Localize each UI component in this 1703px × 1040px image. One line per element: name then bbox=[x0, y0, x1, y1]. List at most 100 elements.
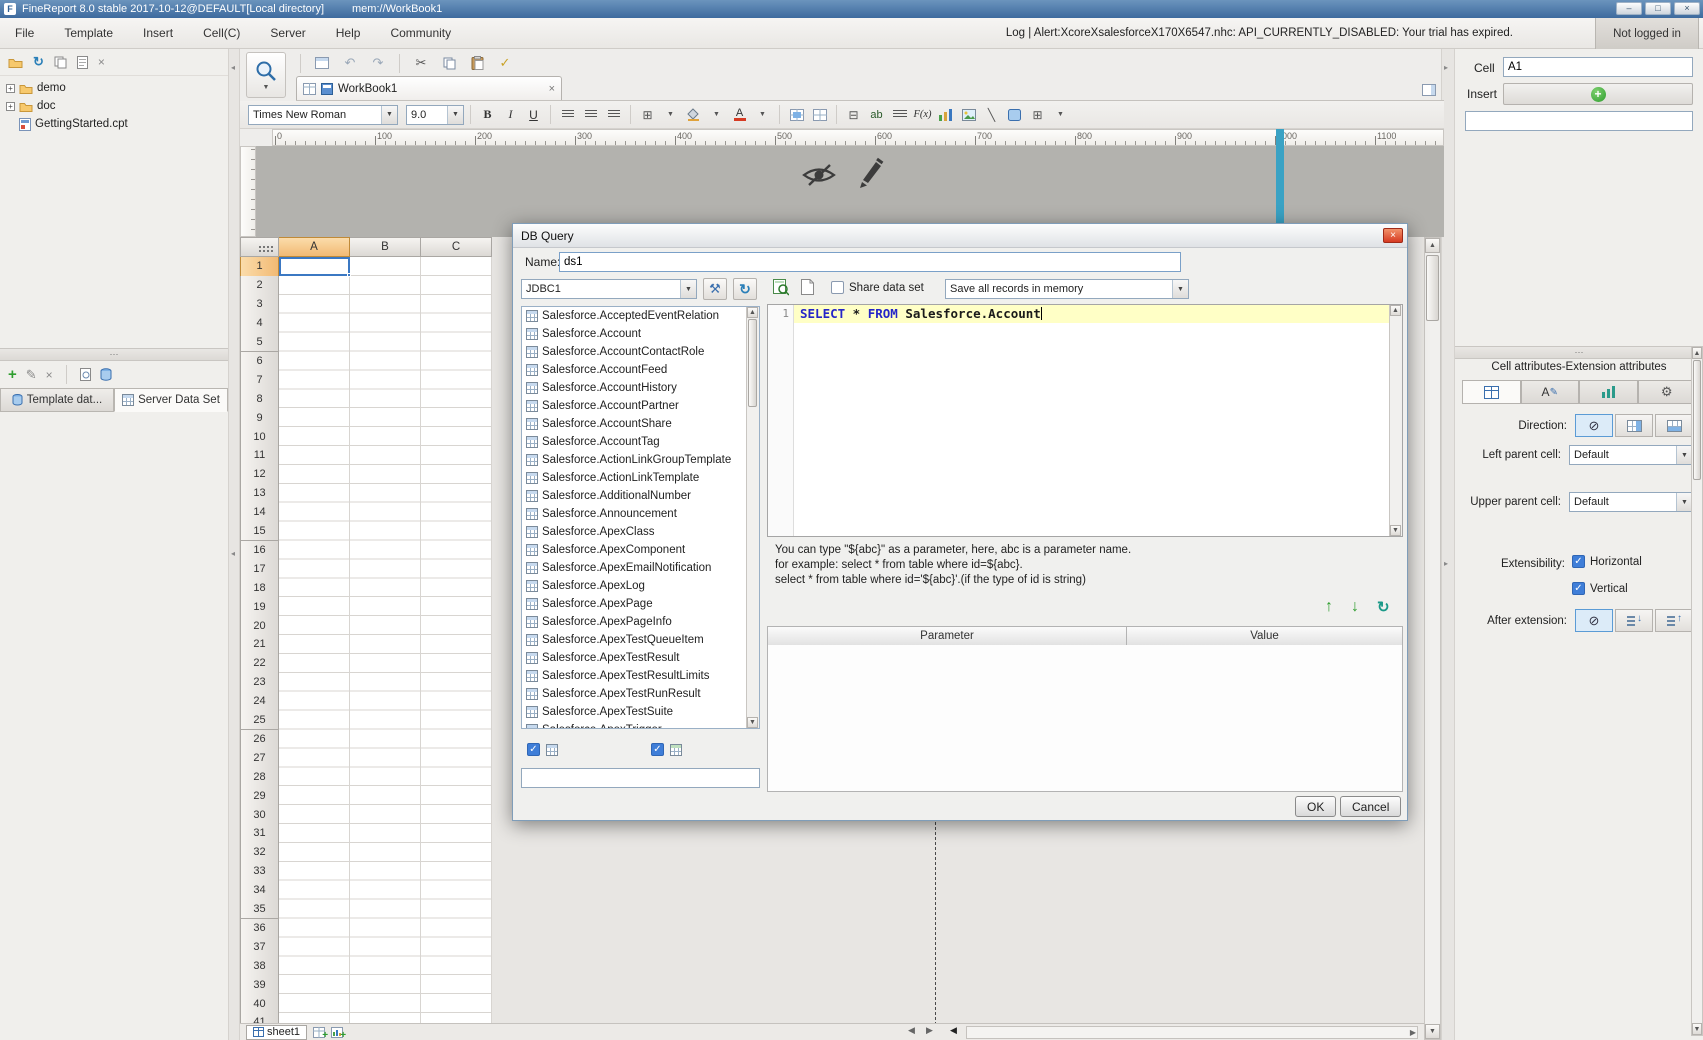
table-list-item[interactable]: Salesforce.Announcement bbox=[522, 505, 759, 523]
tab-cell-expand[interactable] bbox=[1462, 380, 1521, 404]
row-header-9[interactable]: 9 bbox=[240, 408, 279, 428]
table-list-item[interactable]: Salesforce.AccountContactRole bbox=[522, 343, 759, 361]
show-tables-checkbox[interactable]: ✓ bbox=[527, 743, 540, 756]
row-header-20[interactable]: 20 bbox=[240, 616, 279, 636]
login-status-button[interactable]: Not logged in bbox=[1595, 18, 1699, 49]
table-list-item[interactable]: Salesforce.ApexTestResult bbox=[522, 649, 759, 667]
chart-button[interactable] bbox=[935, 104, 956, 125]
paste-icon[interactable] bbox=[466, 52, 488, 74]
edit-dataset-icon[interactable]: ✎ bbox=[26, 367, 37, 383]
sql-active-line[interactable]: SELECT * FROM Salesforce.Account bbox=[794, 305, 1389, 323]
row-header-10[interactable]: 10 bbox=[240, 427, 279, 447]
scroll-up-icon[interactable]: ▲ bbox=[747, 307, 758, 318]
table-list-item[interactable]: Salesforce.ApexClass bbox=[522, 523, 759, 541]
scrollbar-thumb[interactable] bbox=[1693, 360, 1701, 480]
row-header-27[interactable]: 27 bbox=[240, 748, 279, 768]
tab-sheet1[interactable]: sheet1 bbox=[246, 1025, 307, 1040]
row-header-24[interactable]: 24 bbox=[240, 692, 279, 712]
cell-style-button[interactable]: ⊟ bbox=[843, 104, 864, 125]
move-param-up-icon[interactable]: ↑ bbox=[1325, 598, 1333, 616]
align-center-button[interactable] bbox=[580, 104, 601, 125]
row-header-15[interactable]: 15 bbox=[240, 522, 279, 542]
row-header-1[interactable]: 1 bbox=[240, 257, 279, 277]
font-color-button[interactable]: A bbox=[729, 104, 750, 125]
row-header-3[interactable]: 3 bbox=[240, 295, 279, 315]
minimize-button[interactable]: – bbox=[1616, 2, 1642, 15]
expand-icon[interactable]: + bbox=[6, 102, 15, 111]
row-header-5[interactable]: 5 bbox=[240, 333, 279, 353]
parameter-column-header[interactable]: Parameter bbox=[767, 626, 1127, 646]
cell-value-input[interactable] bbox=[1465, 111, 1693, 131]
tab-present-attr[interactable] bbox=[1579, 380, 1638, 404]
cut-icon[interactable]: ✂ bbox=[410, 52, 432, 74]
selected-cell-a1[interactable] bbox=[279, 257, 350, 276]
cancel-button[interactable]: Cancel bbox=[1340, 796, 1401, 817]
chevron-down-icon[interactable]: ▼ bbox=[680, 280, 696, 298]
row-header-4[interactable]: 4 bbox=[240, 314, 279, 334]
row-header-6[interactable]: 6 bbox=[240, 352, 279, 372]
add-chart-sheet-icon[interactable]: + bbox=[331, 1027, 343, 1038]
tab-scroll-left-icon[interactable]: ◀ bbox=[950, 1025, 957, 1036]
table-list-item[interactable]: Salesforce.AcceptedEventRelation bbox=[522, 307, 759, 325]
table-list-item[interactable]: Salesforce.ApexComponent bbox=[522, 541, 759, 559]
border-button[interactable]: ⊞ bbox=[637, 104, 658, 125]
grid-dropdown-icon[interactable]: ▼ bbox=[1050, 104, 1071, 125]
left-splitter[interactable]: ◂◂ bbox=[228, 49, 240, 1040]
refresh-params-icon[interactable]: ↻ bbox=[1377, 598, 1390, 616]
fill-handle[interactable] bbox=[347, 273, 351, 277]
cell-grid[interactable] bbox=[279, 257, 492, 1032]
row-header-21[interactable]: 21 bbox=[240, 635, 279, 655]
menu-server[interactable]: Server bbox=[255, 18, 320, 48]
direction-vertical-button[interactable] bbox=[1655, 414, 1693, 437]
left-panel-divider[interactable]: ⋯ bbox=[0, 348, 228, 361]
row-header-23[interactable]: 23 bbox=[240, 673, 279, 693]
row-header-36[interactable]: 36 bbox=[240, 919, 279, 939]
connection-icon[interactable] bbox=[100, 368, 112, 381]
font-family-select[interactable]: Times New Roman ▼ bbox=[248, 105, 398, 125]
undo-icon[interactable]: ↶ bbox=[339, 52, 361, 74]
chevron-down-icon[interactable]: ▼ bbox=[1676, 446, 1692, 464]
align-left-button[interactable] bbox=[557, 104, 578, 125]
scroll-down-icon[interactable]: ▼ bbox=[1425, 1024, 1440, 1039]
tab-font-attr[interactable]: A ✎ bbox=[1521, 380, 1580, 404]
tab-template-dataset[interactable]: Template dat... bbox=[0, 388, 114, 412]
row-header-32[interactable]: 32 bbox=[240, 843, 279, 863]
table-list-item[interactable]: Salesforce.ApexTestQueueItem bbox=[522, 631, 759, 649]
border-dropdown-icon[interactable]: ▼ bbox=[660, 104, 681, 125]
table-list-item[interactable]: Salesforce.AccountTag bbox=[522, 433, 759, 451]
close-button[interactable]: × bbox=[1674, 2, 1700, 15]
preview-template-button[interactable]: ▼ bbox=[246, 52, 286, 98]
column-header-b[interactable]: B bbox=[350, 237, 421, 257]
chevron-down-icon[interactable]: ▼ bbox=[1172, 280, 1188, 298]
merge-cells-button[interactable] bbox=[786, 104, 807, 125]
row-header-2[interactable]: 2 bbox=[240, 276, 279, 296]
row-header-39[interactable]: 39 bbox=[240, 975, 279, 995]
preview-data-icon[interactable] bbox=[773, 279, 789, 296]
scrollbar-thumb[interactable] bbox=[1426, 255, 1439, 321]
table-list-item[interactable]: Salesforce.ApexTestRunResult bbox=[522, 685, 759, 703]
horizontal-checkbox[interactable]: ✓ bbox=[1572, 555, 1585, 568]
attributes-scrollbar[interactable]: ▲ ▼ bbox=[1691, 346, 1703, 1036]
row-header-34[interactable]: 34 bbox=[240, 881, 279, 901]
image-button[interactable] bbox=[958, 104, 979, 125]
next-sheet-icon[interactable]: ▶ bbox=[926, 1025, 933, 1036]
row-header-11[interactable]: 11 bbox=[240, 446, 279, 466]
tree-item-gettingstarted-cpt[interactable]: GettingStarted.cpt bbox=[0, 115, 228, 133]
font-color-dropdown-icon[interactable]: ▼ bbox=[752, 104, 773, 125]
line-button[interactable]: ╲ bbox=[981, 104, 1002, 125]
direction-none-button[interactable]: ⊘ bbox=[1575, 414, 1613, 437]
row-header-38[interactable]: 38 bbox=[240, 956, 279, 976]
justify-button[interactable] bbox=[889, 104, 910, 125]
add-dataset-icon[interactable]: + bbox=[8, 366, 17, 383]
table-list-item[interactable]: Salesforce.AdditionalNumber bbox=[522, 487, 759, 505]
menu-community[interactable]: Community bbox=[375, 18, 466, 48]
scroll-right-icon[interactable]: ▶ bbox=[1410, 1028, 1416, 1037]
ok-button[interactable]: OK bbox=[1295, 796, 1336, 817]
table-list-item[interactable]: Salesforce.ApexEmailNotification bbox=[522, 559, 759, 577]
row-header-12[interactable]: 12 bbox=[240, 465, 279, 485]
preview-dataset-icon[interactable] bbox=[80, 368, 91, 381]
preview-dropdown-arrow-icon[interactable]: ▼ bbox=[263, 84, 270, 91]
menu-template[interactable]: Template bbox=[49, 18, 128, 48]
tree-item-doc[interactable]: +doc bbox=[0, 97, 228, 115]
table-list-item[interactable]: Salesforce.ApexTrigger bbox=[522, 721, 759, 729]
